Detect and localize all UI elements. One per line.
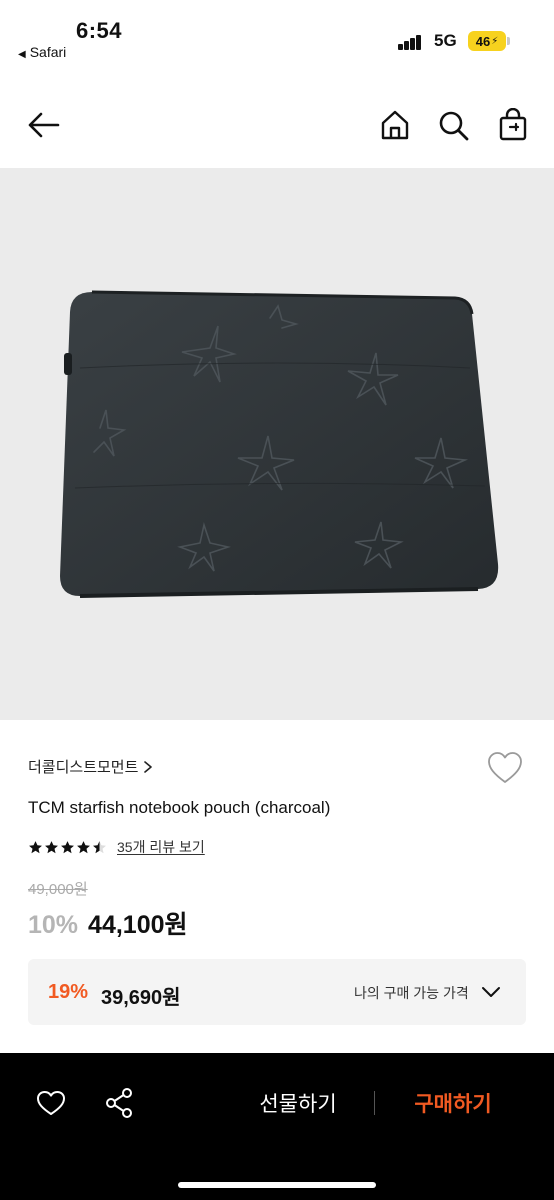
star-full-icon [29, 840, 42, 853]
battery-tip [507, 37, 510, 45]
star-full-icon [77, 840, 90, 853]
brand-link[interactable]: 더콜디스트모먼트 [28, 756, 154, 777]
price-row: 10% 44,100원 [28, 905, 188, 941]
discount-percent: 10% [28, 911, 79, 939]
share-icon[interactable] [104, 1087, 134, 1119]
battery-level: 46 [475, 33, 491, 49]
my-price-label: 나의 구매 가능 가격 [354, 985, 469, 1001]
product-image[interactable] [0, 168, 554, 720]
chevron-down-icon [482, 987, 500, 997]
battery-icon: 46 ⚡ [468, 31, 506, 51]
back-app-label: Safari [29, 44, 67, 60]
arrow-left-icon[interactable] [26, 108, 60, 142]
home-indicator[interactable] [178, 1182, 376, 1188]
back-to-safari[interactable]: ◀ Safari [18, 44, 66, 60]
star-full-icon [61, 840, 74, 853]
my-price-value: 39,690원 [101, 987, 181, 1009]
top-nav-bar [0, 92, 554, 162]
search-icon[interactable] [436, 108, 470, 142]
wishlist-heart-icon[interactable] [486, 750, 524, 786]
signal-icon [398, 34, 424, 50]
buy-button[interactable]: 구매하기 [388, 1083, 518, 1123]
sale-price: 44,100원 [88, 911, 188, 939]
status-time: 6:54 [76, 18, 123, 43]
bottom-action-bar: 선물하기 구매하기 [0, 1053, 554, 1200]
star-full-icon [45, 840, 58, 853]
my-price-dropdown[interactable]: 19% 39,690원 나의 구매 가능 가격 [28, 959, 526, 1025]
home-icon[interactable] [378, 108, 412, 142]
network-label: 5G [434, 31, 457, 50]
brand-name: 더콜디스트모먼트 [28, 759, 139, 776]
review-link[interactable]: 35개 리뷰 보기 [117, 837, 205, 857]
rating-row: 35개 리뷰 보기 [28, 837, 205, 857]
original-price: 49,000원 [28, 881, 88, 898]
gift-button[interactable]: 선물하기 [230, 1083, 366, 1123]
shopping-bag-icon[interactable] [496, 108, 530, 142]
star-half-icon [93, 840, 106, 853]
product-title: TCM starfish notebook pouch (charcoal) [28, 798, 331, 817]
charcoal-pouch-illustration [60, 290, 499, 598]
heart-icon[interactable] [36, 1089, 66, 1117]
my-price-discount: 19% [48, 981, 89, 1003]
chevron-right-icon [144, 760, 153, 773]
button-divider [374, 1091, 375, 1115]
status-bar: 6:54 ◀ Safari 5G 46 ⚡ [0, 0, 554, 80]
rating-stars [28, 840, 107, 855]
back-triangle-icon: ◀ [18, 49, 26, 60]
